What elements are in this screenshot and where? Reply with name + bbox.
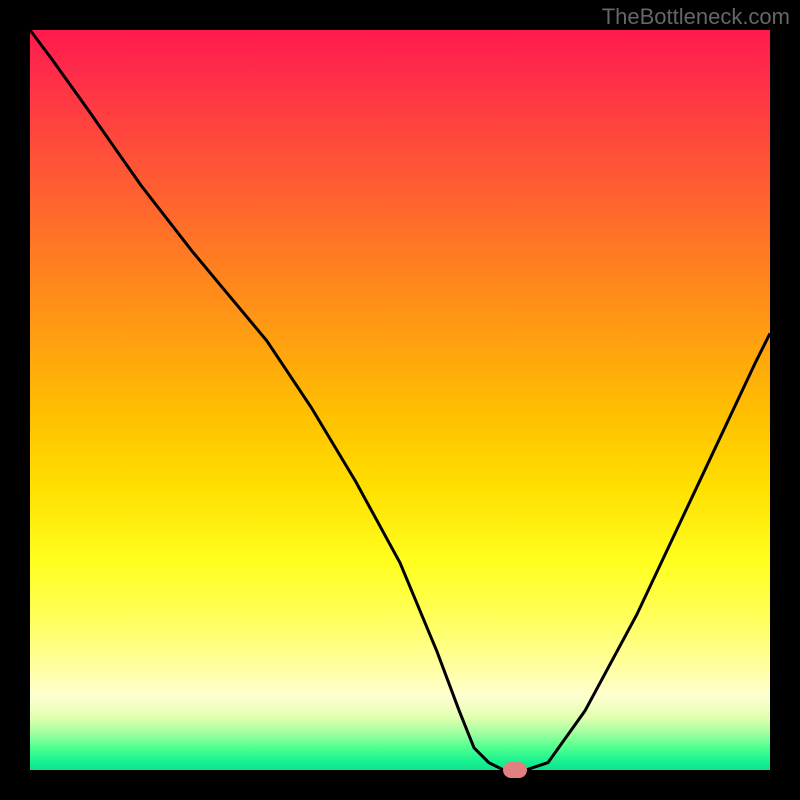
bottleneck-curve-svg [30,30,770,770]
bottleneck-curve-path [30,30,770,770]
watermark-text: TheBottleneck.com [602,4,790,30]
optimal-point-marker [503,762,527,778]
